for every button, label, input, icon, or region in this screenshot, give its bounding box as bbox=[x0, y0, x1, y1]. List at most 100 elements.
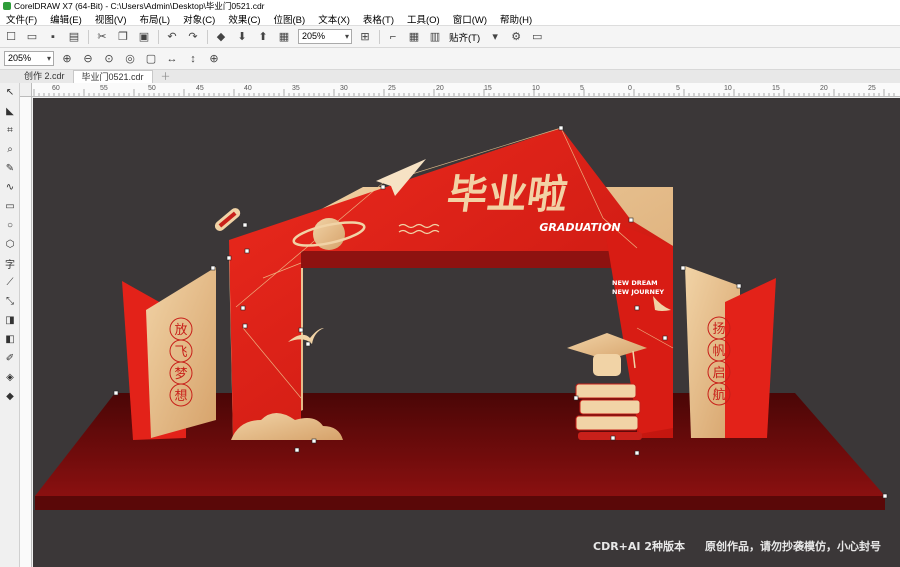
redo-icon[interactable]: ↷ bbox=[186, 30, 200, 44]
left-char-1: 放 bbox=[174, 323, 187, 338]
zoom-levels-select[interactable]: 205% ▾ bbox=[4, 51, 54, 66]
vertical-ruler[interactable] bbox=[20, 97, 32, 567]
ruler-origin[interactable] bbox=[20, 83, 32, 97]
drop-shadow-tool-icon[interactable]: ◨ bbox=[0, 311, 20, 330]
show-grid-icon[interactable]: ▦ bbox=[407, 30, 421, 44]
window-title-bar: CorelDRAW X7 (64-Bit) - C:\Users\Admin\D… bbox=[0, 0, 900, 12]
selection-node bbox=[305, 341, 311, 347]
smart-fill-tool-icon[interactable]: ◆ bbox=[0, 387, 20, 406]
text-tool-icon[interactable]: 字 bbox=[0, 254, 20, 273]
menu-window[interactable]: 窗口(W) bbox=[453, 12, 487, 26]
ruler-tick-label: 40 bbox=[244, 85, 252, 92]
open-icon[interactable]: ▭ bbox=[25, 30, 39, 44]
left-char-3: 梦 bbox=[174, 367, 187, 382]
new-document-icon[interactable]: ☐ bbox=[4, 30, 18, 44]
copy-icon[interactable]: ❐ bbox=[116, 30, 130, 44]
selection-node bbox=[628, 217, 634, 223]
zoom-levels-value: 205% bbox=[8, 53, 32, 63]
zoom-page-height-icon[interactable]: ↕ bbox=[186, 52, 200, 66]
application-launcher-icon[interactable]: ▭ bbox=[530, 30, 544, 44]
selection-node bbox=[210, 265, 216, 271]
snap-to-button[interactable]: 贴齐(T) bbox=[449, 30, 480, 44]
tab-document-2[interactable]: 毕业门0521.cdr bbox=[72, 70, 153, 83]
connector-tool-icon[interactable]: ⤡ bbox=[0, 292, 20, 311]
right-pillar-red bbox=[725, 278, 776, 438]
menu-file[interactable]: 文件(F) bbox=[6, 12, 37, 26]
selection-node bbox=[240, 305, 246, 311]
selection-node bbox=[298, 327, 304, 333]
shape-tool-icon[interactable]: ◣ bbox=[0, 102, 20, 121]
ruler-tick-label: 25 bbox=[868, 85, 876, 92]
drawing-canvas[interactable]: 放 飞 梦 想 扬 帆 启 航 毕业啦 GRADUATION NEW DREAM… bbox=[33, 98, 900, 567]
rectangle-tool-icon[interactable]: ▭ bbox=[0, 197, 20, 216]
ruler-tick-label: 50 bbox=[148, 85, 156, 92]
paste-icon[interactable]: ▣ bbox=[137, 30, 151, 44]
artistic-media-tool-icon[interactable]: ∿ bbox=[0, 178, 20, 197]
menu-object[interactable]: 对象(C) bbox=[183, 12, 215, 26]
color-eyedropper-tool-icon[interactable]: ✐ bbox=[0, 349, 20, 368]
left-char-2: 飞 bbox=[174, 345, 187, 360]
right-char-2: 帆 bbox=[712, 344, 725, 359]
export-icon[interactable]: ⬆ bbox=[256, 30, 270, 44]
cut-icon[interactable]: ✂ bbox=[95, 30, 109, 44]
left-char-4: 想 bbox=[174, 388, 187, 404]
ruler-tick-label: 20 bbox=[436, 85, 444, 92]
selection-node bbox=[680, 265, 686, 271]
pick-tool-icon[interactable]: ↖ bbox=[0, 83, 20, 102]
full-screen-icon[interactable]: ⊞ bbox=[358, 30, 372, 44]
zoom-out-icon[interactable]: ⊖ bbox=[81, 52, 95, 66]
ruler-tick-label: 45 bbox=[196, 85, 204, 92]
zoom-to-selected-icon[interactable]: ⊙ bbox=[102, 52, 116, 66]
ruler-tick-label: 10 bbox=[724, 85, 732, 92]
zoom-to-page-icon[interactable]: ▢ bbox=[144, 52, 158, 66]
search-content-icon[interactable]: ◆ bbox=[214, 30, 228, 44]
options-icon[interactable]: ⚙ bbox=[509, 30, 523, 44]
menu-table[interactable]: 表格(T) bbox=[363, 12, 394, 26]
parallel-dimension-tool-icon[interactable]: ⟋ bbox=[0, 273, 20, 292]
toolbar-divider bbox=[158, 29, 159, 44]
menu-view[interactable]: 视图(V) bbox=[95, 12, 127, 26]
interactive-fill-tool-icon[interactable]: ◈ bbox=[0, 368, 20, 387]
publish-pdf-icon[interactable]: ▦ bbox=[277, 30, 291, 44]
menu-help[interactable]: 帮助(H) bbox=[500, 12, 532, 26]
import-icon[interactable]: ⬇ bbox=[235, 30, 249, 44]
ellipse-tool-icon[interactable]: ○ bbox=[0, 216, 20, 235]
menu-text[interactable]: 文本(X) bbox=[318, 12, 350, 26]
show-rulers-icon[interactable]: ⌐ bbox=[386, 30, 400, 44]
menu-edit[interactable]: 编辑(E) bbox=[50, 12, 82, 26]
menu-effects[interactable]: 效果(C) bbox=[228, 12, 260, 26]
menu-tools[interactable]: 工具(O) bbox=[407, 12, 440, 26]
zoom-page-width-icon[interactable]: ↔ bbox=[165, 52, 179, 66]
selection-node bbox=[736, 283, 742, 289]
zoom-in-icon[interactable]: ⊕ bbox=[60, 52, 74, 66]
add-tab-icon[interactable]: ＋ bbox=[157, 68, 175, 83]
ruler-tick-label: 15 bbox=[484, 85, 492, 92]
ruler-tick-label: 55 bbox=[100, 85, 108, 92]
show-guidelines-icon[interactable]: ▥ bbox=[428, 30, 442, 44]
right-char-1: 扬 bbox=[712, 322, 725, 337]
tab-document-1[interactable]: 创作 2.cdr bbox=[16, 70, 73, 83]
watermark-right: 原创作品，请勿抄袭模仿，小心封号 bbox=[705, 539, 881, 553]
menu-layout[interactable]: 布局(L) bbox=[139, 12, 170, 26]
add-icon[interactable]: ⊕ bbox=[207, 52, 221, 66]
zoom-level-select[interactable]: 205% ▾ bbox=[298, 29, 352, 44]
transparency-tool-icon[interactable]: ◧ bbox=[0, 330, 20, 349]
horizontal-ruler[interactable]: 60 55 50 45 40 35 30 25 20 15 10 5 0 5 10 15 20 25 bbox=[20, 83, 900, 97]
snap-dropdown-icon[interactable]: ▾ bbox=[488, 30, 502, 44]
document-tabs: 创作 2.cdr 毕业门0521.cdr ＋ bbox=[0, 70, 900, 84]
ruler-tick-label: 0 bbox=[628, 85, 632, 92]
selection-node bbox=[610, 435, 616, 441]
crop-tool-icon[interactable]: ⌗ bbox=[0, 121, 20, 140]
window-title: CorelDRAW X7 (64-Bit) - C:\Users\Admin\D… bbox=[14, 1, 265, 11]
menu-bitmaps[interactable]: 位图(B) bbox=[274, 12, 306, 26]
undo-icon[interactable]: ↶ bbox=[165, 30, 179, 44]
polygon-tool-icon[interactable]: ⬡ bbox=[0, 235, 20, 254]
zoom-tool-icon[interactable]: ⌕ bbox=[0, 140, 20, 159]
print-icon[interactable]: ▤ bbox=[67, 30, 81, 44]
freehand-tool-icon[interactable]: ✎ bbox=[0, 159, 20, 178]
toolbox: ↖ ◣ ⌗ ⌕ ✎ ∿ ▭ ○ ⬡ 字 ⟋ ⤡ ◨ ◧ ✐ ◈ ◆ bbox=[0, 83, 20, 567]
zoom-all-objects-icon[interactable]: ◎ bbox=[123, 52, 137, 66]
save-icon[interactable]: ▪ bbox=[46, 30, 60, 44]
chevron-down-icon: ▾ bbox=[46, 54, 51, 63]
stage-floor-edge bbox=[35, 496, 885, 510]
